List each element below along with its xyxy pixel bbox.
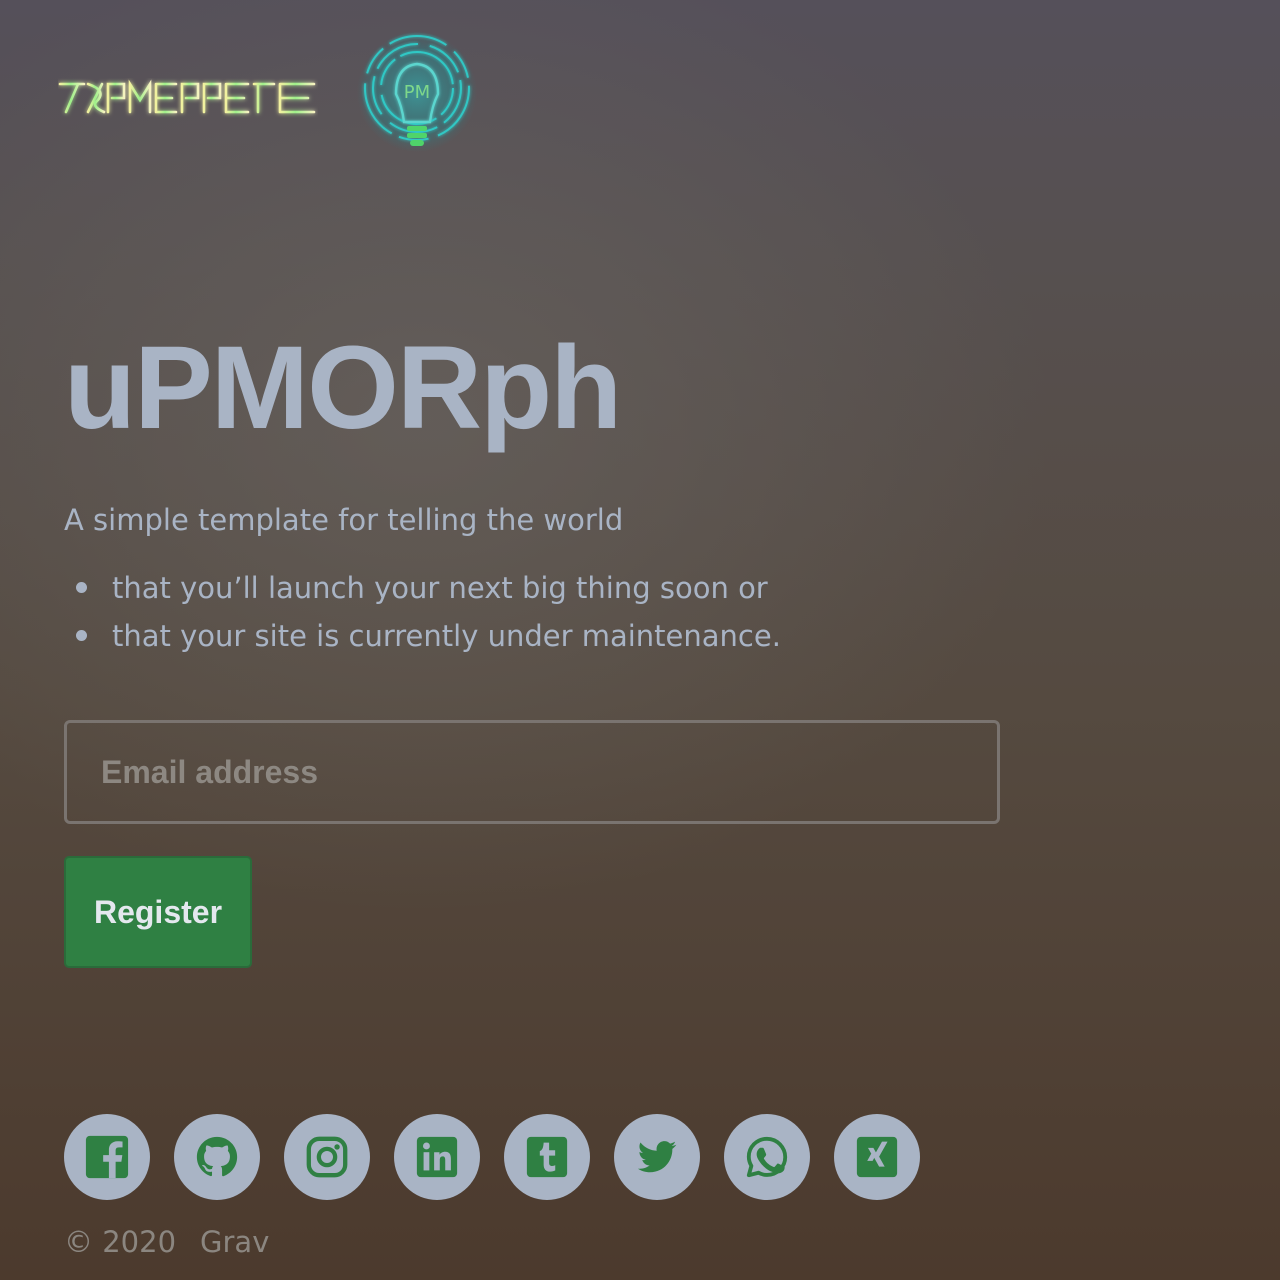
list-item-text: that you’ll launch your next big thing s… xyxy=(112,571,768,605)
email-field[interactable] xyxy=(64,720,1000,824)
linkedin-link[interactable] xyxy=(394,1114,480,1200)
feature-list: that you’ll launch your next big thing s… xyxy=(64,564,781,660)
page-title: uPMORph xyxy=(64,322,622,454)
tumblr-link[interactable] xyxy=(504,1114,590,1200)
github-icon xyxy=(196,1136,238,1177)
github-link[interactable] xyxy=(174,1114,260,1200)
register-button[interactable]: Register xyxy=(64,856,252,968)
bullet-icon xyxy=(76,630,87,641)
instagram-link[interactable] xyxy=(284,1114,370,1200)
list-item-text: that your site is currently under mainte… xyxy=(112,619,781,653)
intro-text: A simple template for telling the world xyxy=(64,503,624,537)
facebook-icon xyxy=(85,1135,129,1179)
bullet-icon xyxy=(76,582,87,593)
lightbulb-logo-icon: PM xyxy=(357,32,477,152)
powered-by-text: Grav xyxy=(200,1225,270,1259)
wordmark-logo xyxy=(58,79,316,114)
whatsapp-icon xyxy=(746,1136,788,1178)
twitter-link[interactable] xyxy=(614,1114,700,1200)
facebook-link[interactable] xyxy=(64,1114,150,1200)
whatsapp-link[interactable] xyxy=(724,1114,810,1200)
social-links xyxy=(64,1114,920,1200)
svg-text:PM: PM xyxy=(404,82,430,103)
xing-link[interactable] xyxy=(834,1114,920,1200)
twitter-icon xyxy=(637,1141,677,1173)
tumblr-icon xyxy=(526,1136,568,1178)
instagram-icon xyxy=(306,1136,348,1178)
list-item: that you’ll launch your next big thing s… xyxy=(64,564,781,612)
brand-logo[interactable]: PM xyxy=(58,30,488,160)
xing-icon xyxy=(856,1136,898,1178)
linkedin-icon xyxy=(416,1136,458,1178)
footer: © 2020 Grav xyxy=(64,1222,269,1262)
list-item: that your site is currently under mainte… xyxy=(64,612,781,660)
copyright-text: © 2020 xyxy=(64,1225,177,1259)
